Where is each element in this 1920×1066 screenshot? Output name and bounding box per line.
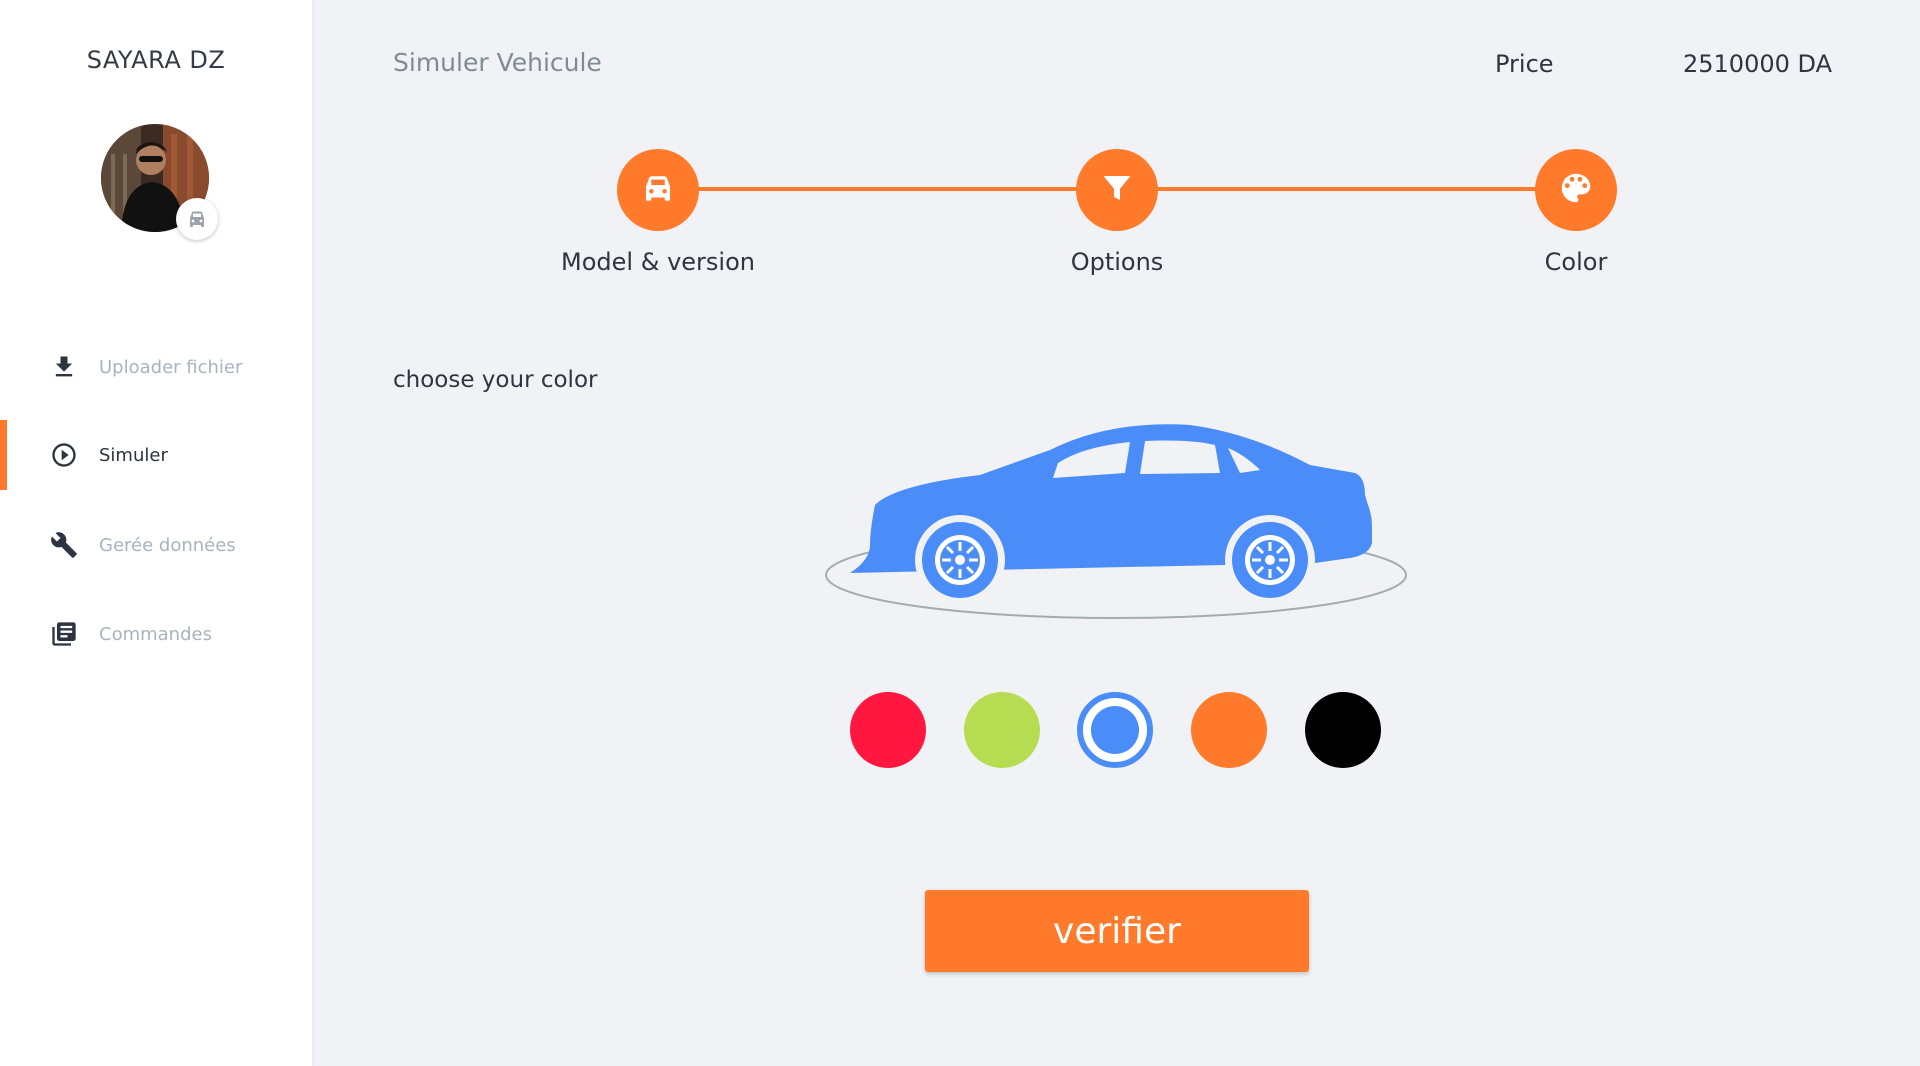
sidebar-item-label: Commandes	[99, 623, 212, 645]
step-color[interactable]	[1535, 149, 1617, 231]
step-options[interactable]	[1076, 149, 1158, 231]
car-preview	[820, 415, 1420, 625]
sidebar-item-label: Uploader fichier	[99, 356, 243, 378]
wrench-icon	[50, 531, 78, 559]
price-value: 2510000 DA	[1683, 50, 1832, 78]
stepper-connector	[698, 187, 1078, 191]
step-model-version[interactable]	[617, 149, 699, 231]
section-label: choose your color	[393, 367, 598, 393]
brand-title: SAYARA DZ	[86, 46, 226, 74]
step-label-options: Options	[1070, 248, 1164, 276]
sidebar-item-commandes[interactable]: Commandes	[0, 599, 312, 669]
color-swatch-lime[interactable]	[964, 692, 1040, 768]
sidebar-item-label: Simuler	[99, 444, 168, 466]
play-circle-icon	[50, 441, 78, 469]
palette-icon	[1557, 169, 1595, 211]
color-swatch-orange[interactable]	[1191, 692, 1267, 768]
sidebar-item-geree-donnees[interactable]: Gerée données	[0, 510, 312, 580]
car-badge-icon[interactable]	[176, 198, 218, 240]
filter-icon	[1099, 170, 1135, 210]
car-icon	[640, 170, 676, 210]
color-swatch-blue[interactable]	[1077, 692, 1153, 768]
verify-button[interactable]: verifier	[925, 890, 1309, 972]
download-icon	[50, 353, 78, 381]
sidebar: SAYARA DZ Uploader fichier Simuler Gerée…	[0, 0, 312, 1066]
color-swatch-red[interactable]	[850, 692, 926, 768]
sidebar-item-simuler[interactable]: Simuler	[0, 420, 312, 490]
price-label: Price	[1495, 50, 1554, 78]
stepper-connector	[1157, 187, 1537, 191]
page-title: Simuler Vehicule	[393, 48, 602, 77]
color-swatch-black[interactable]	[1305, 692, 1381, 768]
step-label-color: Color	[1544, 248, 1608, 276]
sidebar-item-label: Gerée données	[99, 534, 236, 556]
sidebar-item-uploader[interactable]: Uploader fichier	[0, 332, 312, 402]
library-icon	[50, 620, 78, 648]
step-label-model-version: Model & version	[561, 248, 755, 276]
